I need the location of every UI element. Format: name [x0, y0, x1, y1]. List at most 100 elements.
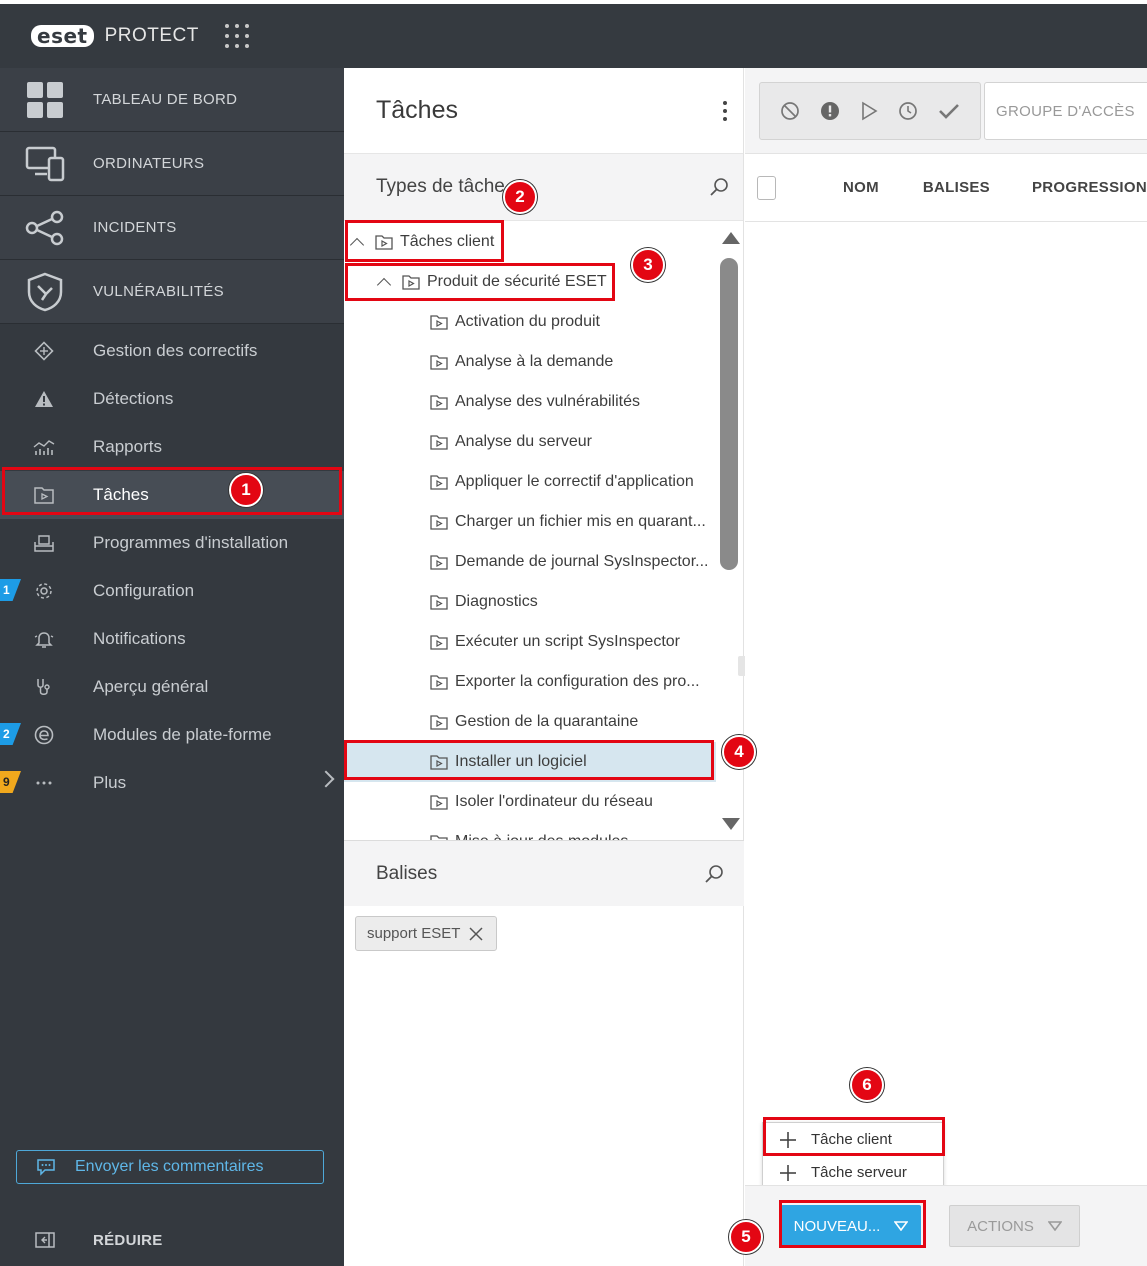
computers-icon [0, 146, 93, 182]
close-icon[interactable] [468, 926, 484, 942]
select-all-checkbox[interactable] [757, 175, 776, 200]
task-folder-icon [430, 675, 448, 690]
tree-item-task-type[interactable]: Exporter la configuration des pro... [344, 662, 716, 702]
play-filter-icon[interactable] [860, 101, 878, 121]
apps-grid-icon[interactable] [224, 24, 249, 48]
sidebar-item-computers[interactable]: ORDINATEURS [0, 132, 344, 196]
sidebar-item-overview[interactable]: Aperçu général [0, 663, 344, 711]
kebab-menu-icon[interactable] [723, 100, 727, 121]
stethoscope-icon [0, 677, 93, 697]
task-folder-icon [430, 555, 448, 570]
sidebar-item-detections[interactable]: Détections [0, 375, 344, 423]
tasks-grid-panel: GROUPE D'ACCÈS NOM BALISES PROGRESSION T… [745, 68, 1147, 1266]
tree-item-task-type[interactable]: Installer un logiciel [344, 742, 716, 782]
grid-bottom-bar: NOUVEAU... ACTIONS [745, 1185, 1147, 1266]
task-folder-icon [430, 435, 448, 450]
chevron-up-icon[interactable] [376, 277, 392, 293]
scroll-up-arrow-icon[interactable] [722, 232, 740, 244]
sidebar-item-tasks[interactable]: Tâches [0, 471, 344, 519]
search-icon[interactable] [704, 864, 724, 884]
new-button[interactable]: NOUVEAU... [781, 1205, 921, 1247]
sidebar-item-dashboard[interactable]: TABLEAU DE BORD [0, 68, 344, 132]
tags-header: Balises [344, 840, 744, 906]
task-folder-icon [430, 475, 448, 490]
tree-item-task-type[interactable]: Demande de journal SysInspector... [344, 542, 716, 582]
warning-icon [0, 390, 93, 408]
column-header-tags[interactable]: BALISES [923, 179, 990, 196]
sidebar-label: Tâches [93, 485, 149, 504]
scrollbar-thumb[interactable] [720, 258, 738, 570]
sidebar-item-reports[interactable]: Rapports [0, 423, 344, 471]
tasks-icon [0, 486, 93, 504]
check-filter-icon[interactable] [938, 101, 960, 121]
scroll-down-arrow-icon[interactable] [722, 818, 740, 830]
chevron-up-icon[interactable] [349, 237, 365, 253]
tree-item-task-type[interactable]: Gestion de la quarantaine [344, 702, 716, 742]
plus-icon [780, 1131, 796, 1148]
tree-item-task-type[interactable]: Diagnostics [344, 582, 716, 622]
tag-label: support ESET [367, 925, 461, 942]
clock-filter-icon[interactable] [898, 101, 918, 121]
column-header-name[interactable]: NOM [843, 179, 879, 196]
task-folder-icon [375, 235, 393, 250]
tree-item-label: Isoler l'ordinateur du réseau [455, 793, 653, 810]
incidents-icon [0, 210, 93, 246]
tag-chip[interactable]: support ESET [355, 916, 498, 951]
task-folder-icon [430, 395, 448, 410]
menu-item-client-task[interactable]: Tâche client [763, 1123, 943, 1156]
task-folder-icon [430, 715, 448, 730]
panel-header: Tâches [344, 68, 743, 154]
sidebar-item-more[interactable]: 9 Plus [0, 759, 344, 807]
sidebar-item-installers[interactable]: Programmes d'installation [0, 519, 344, 567]
tree-item-task-type[interactable]: Analyse du serveur [344, 422, 716, 462]
sidebar-item-patch-management[interactable]: Gestion des correctifs [0, 327, 344, 375]
tree-node-label: Tâches client [400, 233, 495, 250]
tree-item-task-type[interactable]: Charger un fichier mis en quarant... [344, 502, 716, 542]
bell-icon [0, 629, 93, 649]
task-folder-icon [430, 515, 448, 530]
sidebar-item-platform-modules[interactable]: 2 Modules de plate-forme [0, 711, 344, 759]
annotation-number: 1 [229, 473, 263, 507]
tree-item-label: Demande de journal SysInspector... [455, 553, 709, 570]
sidebar-item-incidents[interactable]: INCIDENTS [0, 196, 344, 260]
sidebar-label: Configuration [93, 581, 195, 600]
cancel-filter-icon[interactable] [780, 101, 800, 121]
tree-item-label: Charger un fichier mis en quarant... [455, 513, 706, 530]
tree-item-task-type[interactable]: Mise à jour des modules [344, 822, 716, 842]
sidebar-item-configuration[interactable]: 1 Configuration [0, 567, 344, 615]
task-type-tree: Tâches client Produit de sécurité ESET A… [344, 222, 716, 842]
chevron-down-icon [894, 1221, 909, 1231]
sidebar-label: Détections [93, 389, 174, 408]
send-feedback-button[interactable]: Envoyer les commentaires [16, 1150, 324, 1184]
tree-item-task-type[interactable]: Analyse des vulnérabilités [344, 382, 716, 422]
annotation-number: 4 [722, 735, 756, 769]
column-header-progress[interactable]: PROGRESSION [1032, 179, 1147, 196]
tree-item-label: Analyse à la demande [455, 353, 614, 370]
collapse-sidebar-button[interactable]: RÉDUIRE [0, 1218, 344, 1262]
task-folder-icon [430, 755, 448, 770]
tree-item-task-type[interactable]: Appliquer le correctif d'application [344, 462, 716, 502]
sidebar-label: Modules de plate-forme [93, 725, 272, 744]
access-group-label: GROUPE D'ACCÈS [996, 102, 1135, 120]
task-folder-icon [430, 635, 448, 650]
tags-title: Balises [376, 862, 438, 884]
installer-icon [0, 534, 93, 552]
tree-item-task-type[interactable]: Isoler l'ordinateur du réseau [344, 782, 716, 822]
annotation-number: 3 [631, 248, 665, 282]
sidebar-item-notifications[interactable]: Notifications [0, 615, 344, 663]
tree-item-label: Appliquer le correctif d'application [455, 473, 694, 490]
error-filter-icon[interactable] [820, 101, 840, 121]
tree-item-task-type[interactable]: Exécuter un script SysInspector [344, 622, 716, 662]
tree-item-task-type[interactable]: Activation du produit [344, 302, 716, 342]
eset-logo[interactable]: eset PROTECT [31, 25, 199, 47]
new-button-label: NOUVEAU... [793, 1217, 881, 1235]
sidebar-label: Aperçu général [93, 677, 209, 696]
access-group-filter[interactable]: GROUPE D'ACCÈS [984, 82, 1147, 140]
actions-button[interactable]: ACTIONS [949, 1205, 1080, 1247]
sidebar-label: INCIDENTS [93, 219, 177, 236]
reports-icon [0, 438, 93, 456]
search-icon[interactable] [709, 177, 729, 197]
task-types-title: Types de tâche [376, 176, 505, 197]
tree-item-task-type[interactable]: Analyse à la demande [344, 342, 716, 382]
sidebar-item-vulnerabilities[interactable]: VULNÉRABILITÉS [0, 260, 344, 324]
